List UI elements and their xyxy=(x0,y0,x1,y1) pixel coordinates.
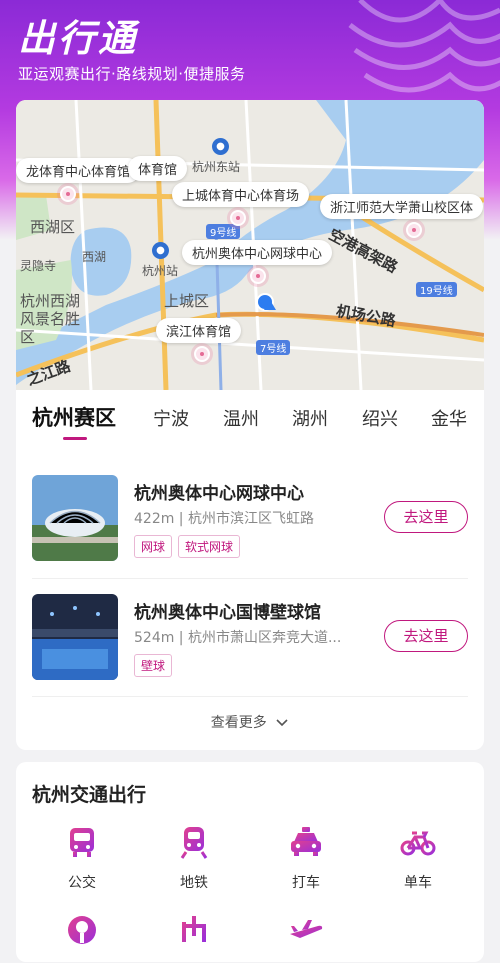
venue-name[interactable]: 杭州奥体中心国博壁球馆 xyxy=(134,598,321,623)
venue-pin-icon[interactable] xyxy=(250,268,266,284)
map-area-label: 西湖 xyxy=(82,250,107,264)
tab-ningbo[interactable]: 宁波 xyxy=(153,405,189,431)
venue-tags: 壁球 xyxy=(134,654,173,677)
map-poi-label[interactable]: 杭州奥体中心网球中心 xyxy=(182,240,333,265)
map-area-label: 杭州西湖风景名胜区 xyxy=(20,292,81,346)
venue-distance: 524m xyxy=(134,630,175,646)
map-area-label: 西湖区 xyxy=(30,218,76,236)
divider xyxy=(32,696,468,697)
traffic-route[interactable] xyxy=(154,912,234,952)
divider xyxy=(32,578,468,579)
active-tab-indicator xyxy=(63,437,87,440)
region-tabs: 杭州赛区 宁波 温州 湖州 绍兴 金华 xyxy=(16,395,484,445)
app-subtitle: 亚运观赛出行·路线规划·便捷服务 xyxy=(18,65,246,83)
traffic-label: 公交 xyxy=(68,875,96,891)
venue-pin-icon[interactable] xyxy=(60,186,76,202)
map-area-label: 杭州站 xyxy=(142,264,179,278)
tab-jinhua[interactable]: 金华 xyxy=(431,405,467,431)
venue-distance: 422m xyxy=(134,511,175,527)
traffic-card: 杭州交通出行 公交 地铁 打车 单车 xyxy=(16,762,484,962)
venue-pin-icon[interactable] xyxy=(406,222,422,238)
route-icon xyxy=(182,916,206,942)
venue-name[interactable]: 杭州奥体中心网球中心 xyxy=(134,479,304,504)
venue-photo xyxy=(32,594,118,680)
view-more-label: 查看更多 xyxy=(210,715,267,731)
map-poi-label[interactable]: 龙体育中心体育馆 xyxy=(16,158,141,183)
map-area-label: 上城区 xyxy=(164,292,210,310)
traffic-subway[interactable]: 地铁 xyxy=(154,824,234,892)
map-poi-label[interactable]: 滨江体育馆 xyxy=(156,318,242,343)
go-here-button[interactable]: 去这里 xyxy=(384,620,468,652)
decorative-pattern-icon xyxy=(348,0,500,93)
railway-station-icon: ● xyxy=(212,138,229,155)
section-title: 杭州交通出行 xyxy=(32,784,147,806)
venue-address: 524m | 杭州市萧山区奔竞大道... xyxy=(134,630,342,646)
traffic-taxi[interactable]: 打车 xyxy=(266,824,346,892)
traffic-label: 地铁 xyxy=(180,875,208,891)
bus-icon xyxy=(70,828,94,857)
traffic-train[interactable] xyxy=(42,912,122,952)
traffic-label: 单车 xyxy=(404,875,432,891)
list-item[interactable]: 杭州奥体中心国博壁球馆 524m | 杭州市萧山区奔竞大道... 壁球 去这里 xyxy=(32,594,468,698)
view-more-button[interactable]: 查看更多 xyxy=(16,712,484,732)
plane-icon xyxy=(290,920,323,938)
traffic-label: 打车 xyxy=(292,875,320,891)
venue-pin-icon[interactable] xyxy=(194,346,210,362)
venue-pin-icon[interactable] xyxy=(230,210,246,226)
railway-station-icon: ● xyxy=(152,242,169,259)
traffic-bus[interactable]: 公交 xyxy=(42,824,122,892)
venue-address-text: 杭州市萧山区奔竞大道... xyxy=(187,630,342,646)
chevron-down-icon xyxy=(276,719,288,727)
heading-arrow-icon xyxy=(264,300,276,310)
metro-line-badge: 9号线 xyxy=(206,224,241,239)
sport-tag: 网球 xyxy=(134,535,173,558)
list-item[interactable]: 杭州奥体中心网球中心 422m | 杭州市滨江区飞虹路 网球 软式网球 去这里 xyxy=(32,475,468,579)
venue-card: 西湖区 西湖 上城区 杭州西湖风景名胜区 灵隐寺 ● 杭州站 ● 杭州东站 空港… xyxy=(16,100,484,750)
map-poi-label[interactable]: 上城体育中心体育场 xyxy=(172,182,310,207)
traffic-plane[interactable] xyxy=(266,912,346,952)
subway-icon xyxy=(180,827,208,859)
metro-line-badge: 19号线 xyxy=(416,282,457,297)
app-title: 出行通 xyxy=(18,17,138,60)
traffic-bicycle[interactable]: 单车 xyxy=(378,824,458,892)
tab-wenzhou[interactable]: 温州 xyxy=(223,405,259,431)
train-icon xyxy=(68,916,96,944)
tab-hangzhou[interactable]: 杭州赛区 xyxy=(32,402,116,432)
go-here-button[interactable]: 去这里 xyxy=(384,501,468,533)
venue-address: 422m | 杭州市滨江区飞虹路 xyxy=(134,511,314,527)
map-poi-label[interactable]: 体育馆 xyxy=(128,156,188,181)
sport-tag: 壁球 xyxy=(134,654,173,677)
bicycle-icon xyxy=(400,831,436,856)
venue-tags: 网球 软式网球 xyxy=(134,535,241,558)
map-area-label: 灵隐寺 xyxy=(20,259,57,273)
venue-photo xyxy=(32,475,118,561)
map-area-label: 杭州东站 xyxy=(192,160,241,174)
metro-line-badge: 7号线 xyxy=(256,340,291,355)
venue-address-text: 杭州市滨江区飞虹路 xyxy=(187,511,314,527)
tab-shaoxing[interactable]: 绍兴 xyxy=(362,405,398,431)
map-view[interactable]: 西湖区 西湖 上城区 杭州西湖风景名胜区 灵隐寺 ● 杭州站 ● 杭州东站 空港… xyxy=(16,100,484,390)
map-poi-label[interactable]: 浙江师范大学萧山校区体 xyxy=(320,194,484,219)
tab-huzhou[interactable]: 湖州 xyxy=(292,405,328,431)
sport-tag: 软式网球 xyxy=(178,535,241,558)
taxi-icon xyxy=(291,827,321,856)
